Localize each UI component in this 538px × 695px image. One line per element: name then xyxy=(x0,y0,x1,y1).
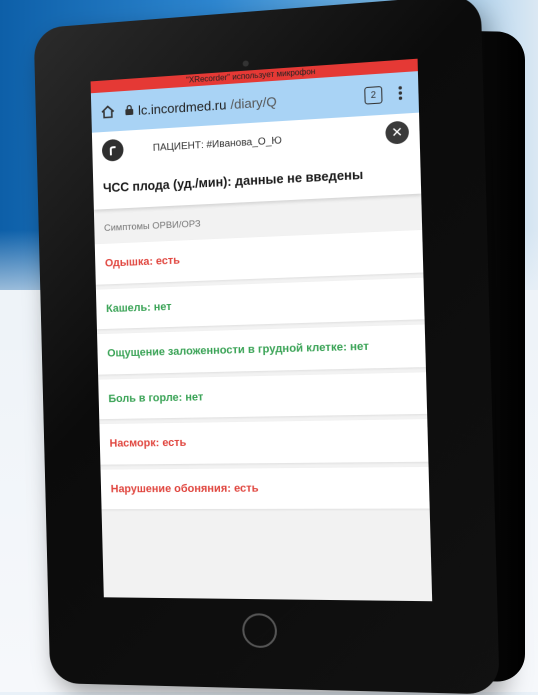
menu-dots-icon[interactable] xyxy=(391,83,411,103)
patient-name: ПАЦИЕНТ: #Иванова_О_Ю xyxy=(152,134,282,154)
home-button[interactable] xyxy=(241,613,278,649)
url-path: /diary/Q xyxy=(230,93,277,112)
list-item: Кашель: нет xyxy=(95,277,425,330)
home-icon[interactable] xyxy=(99,102,117,121)
camera-icon xyxy=(242,60,249,67)
tablet-screen: "XRecorder" использует микрофон lc.incor… xyxy=(90,58,433,602)
list-item: Ощущение заложенности в грудной клетке: … xyxy=(97,324,426,375)
symptom-list: Одышка: есть Кашель: нет Ощущение заложе… xyxy=(94,230,430,510)
tablet-device: "XRecorder" использует микрофон lc.incor… xyxy=(33,0,500,695)
avatar[interactable] xyxy=(101,138,124,162)
tab-count-button[interactable]: 2 xyxy=(364,85,383,105)
list-item: Боль в горле: нет xyxy=(98,371,428,420)
lock-icon xyxy=(124,103,135,119)
list-item: Нарушение обоняния: есть xyxy=(100,466,430,510)
close-button[interactable]: ✕ xyxy=(385,120,410,145)
list-item: Насморк: есть xyxy=(99,419,429,465)
url-host: lc.incordmed.ru xyxy=(137,96,227,118)
address-bar[interactable]: lc.incordmed.ru/diary/Q xyxy=(124,88,356,118)
